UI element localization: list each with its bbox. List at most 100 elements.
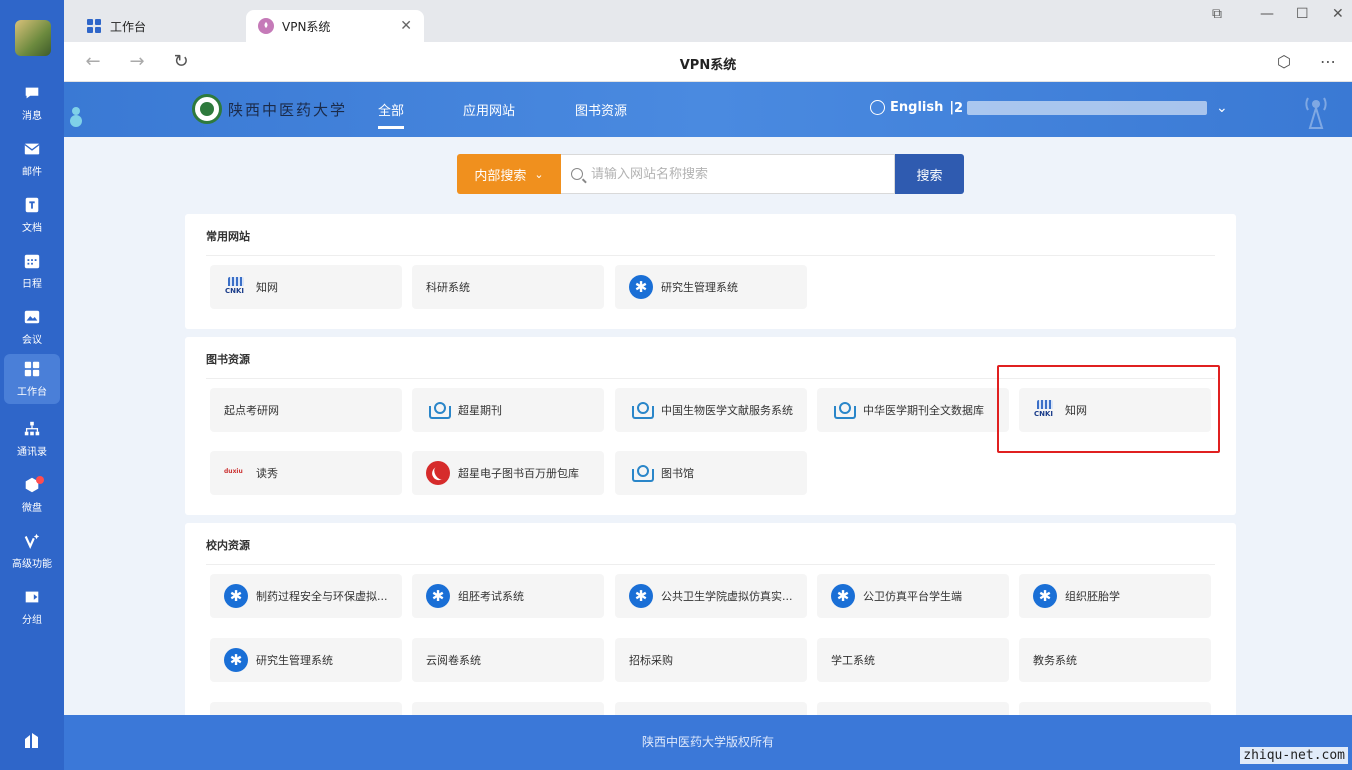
footer: 陕西中医药大学版权所有 xyxy=(64,715,1352,770)
document-icon xyxy=(22,195,42,215)
site-card[interactable]: 教务系统 xyxy=(1019,638,1211,682)
minimize-icon[interactable]: — xyxy=(1260,6,1274,22)
site-card[interactable]: 学工系统 xyxy=(817,638,1009,682)
gear-icon xyxy=(224,648,248,672)
site-card-label: 图书馆 xyxy=(661,467,694,480)
maximize-icon[interactable]: ☐ xyxy=(1296,6,1309,22)
sidebar-item-advanced[interactable]: 高级功能 xyxy=(4,526,60,576)
sidebar-item-workbench[interactable]: 工作台 xyxy=(4,354,60,404)
site-card[interactable]: 中国生物医学文献服务系统 xyxy=(615,388,807,432)
site-card-label: 教务系统 xyxy=(1033,654,1077,667)
site-card[interactable]: 组织胚胎学 xyxy=(1019,574,1211,618)
advanced-icon xyxy=(22,531,42,551)
site-card[interactable]: 制药过程安全与环保虚拟... xyxy=(210,574,402,618)
stats-icon[interactable] xyxy=(22,730,42,750)
meeting-icon xyxy=(22,307,42,327)
site-card-label: 组织胚胎学 xyxy=(1065,590,1120,603)
group-icon xyxy=(22,587,42,607)
sidebar-item-docs[interactable]: 文档 xyxy=(4,190,60,240)
sidebar-item-label: 消息 xyxy=(22,111,42,122)
site-card-label: 研究生管理系统 xyxy=(256,654,333,667)
pin-icon[interactable]: ⧉ xyxy=(1212,6,1222,22)
site-card[interactable]: 超星电子图书百万册包库 xyxy=(412,451,604,495)
divider xyxy=(206,564,1215,565)
close-icon[interactable]: ✕ xyxy=(400,18,412,34)
language-switch[interactable]: English | xyxy=(870,100,954,115)
site-card-label: 科研系统 xyxy=(426,281,470,294)
gear-icon xyxy=(224,584,248,608)
site-card[interactable] xyxy=(1019,702,1211,715)
tab-vpn[interactable]: VPN系统 ✕ xyxy=(246,10,424,42)
university-logo[interactable]: 陕西中医药大学 xyxy=(192,94,347,124)
nav-tab-apps[interactable]: 应用网站 xyxy=(463,100,515,119)
site-card[interactable]: 超星期刊 xyxy=(412,388,604,432)
calendar-icon xyxy=(22,251,42,271)
sidebar-item-meeting[interactable]: 会议 xyxy=(4,302,60,352)
site-card[interactable]: 起点考研网 xyxy=(210,388,402,432)
sidebar-item-messages[interactable]: 消息 xyxy=(4,78,60,128)
nav-tab-all[interactable]: 全部 xyxy=(378,100,405,129)
site-card[interactable]: 科研系统 xyxy=(412,265,604,309)
site-card[interactable]: 公共卫生学院虚拟仿真实... xyxy=(615,574,807,618)
search-input[interactable] xyxy=(591,166,871,182)
site-card[interactable]: 组胚考试系统 xyxy=(412,574,604,618)
browser-toolbar: ← → ↻ VPN系统 ⬡ ⋯ xyxy=(64,42,1352,82)
tab-workbench[interactable]: 工作台 xyxy=(74,10,244,42)
site-card[interactable]: duxiu 读秀 xyxy=(210,451,402,495)
workbench-icon xyxy=(22,359,42,379)
logo-text: 陕西中医药大学 xyxy=(228,100,348,119)
site-header: 陕西中医药大学 全部 应用网站 图书资源 English | 2 ⌄ xyxy=(64,82,1352,137)
sidebar-item-label: 日程 xyxy=(22,279,42,290)
site-card-label: 研究生管理系统 xyxy=(661,281,738,294)
site-card[interactable]: 研究生管理系统 xyxy=(210,638,402,682)
site-card[interactable]: 图书馆 xyxy=(615,451,807,495)
site-card[interactable]: 招标采购 xyxy=(615,638,807,682)
sidebar-item-calendar[interactable]: 日程 xyxy=(4,246,60,296)
site-card[interactable]: CNKI 知网 xyxy=(210,265,402,309)
divider xyxy=(206,255,1215,256)
search-icon xyxy=(571,168,583,180)
page-title: VPN系统 xyxy=(679,58,737,73)
nav-tab-library[interactable]: 图书资源 xyxy=(575,100,627,119)
divider xyxy=(206,378,1215,379)
site-card-label: 读秀 xyxy=(256,467,278,480)
site-card-label: 超星电子图书百万册包库 xyxy=(458,467,579,480)
site-card-label: 中华医学期刊全文数据库 xyxy=(863,404,984,417)
section-common-sites: 常用网站 CNKI 知网 科研系统 研究生管理系统 xyxy=(185,214,1236,329)
site-card[interactable]: 中华医学期刊全文数据库 xyxy=(817,388,1009,432)
settings-icon[interactable]: ⬡ xyxy=(1274,52,1294,72)
sidebar-item-group[interactable]: 分组 xyxy=(4,582,60,632)
gear-icon xyxy=(629,584,653,608)
chaoxing-icon xyxy=(426,461,450,485)
site-card[interactable]: 公卫仿真平台学生端 xyxy=(817,574,1009,618)
avatar[interactable] xyxy=(15,20,51,56)
sidebar-item-label: 工作台 xyxy=(17,387,47,398)
site-card[interactable]: 研究生管理系统 xyxy=(615,265,807,309)
close-window-icon[interactable]: ✕ xyxy=(1332,6,1344,22)
site-card-label: 知网 xyxy=(256,281,278,294)
site-card[interactable] xyxy=(412,702,604,715)
site-card-label: 中国生物医学文献服务系统 xyxy=(661,404,793,417)
site-card[interactable]: 云阅卷系统 xyxy=(412,638,604,682)
site-card-label: 招标采购 xyxy=(629,654,673,667)
site-card[interactable]: CNKI 知网 xyxy=(1019,388,1211,432)
gourd-icon xyxy=(70,107,82,127)
sidebar-item-contacts[interactable]: 通讯录 xyxy=(4,414,60,464)
sidebar-item-drive[interactable]: 微盘 xyxy=(4,470,60,520)
site-card[interactable] xyxy=(817,702,1009,715)
search-type-dropdown[interactable]: 内部搜索 ⌄ xyxy=(457,154,561,194)
user-name[interactable]: 2 xyxy=(954,98,1214,118)
search-button[interactable]: 搜索 xyxy=(895,154,964,194)
sidebar-item-label: 会议 xyxy=(22,335,42,346)
mail-icon xyxy=(22,139,42,159)
book-icon xyxy=(629,461,654,485)
site-card[interactable] xyxy=(615,702,807,715)
gear-icon xyxy=(629,275,653,299)
tab-label: 工作台 xyxy=(110,19,147,34)
site-card[interactable] xyxy=(210,702,402,715)
tab-label: VPN系统 xyxy=(282,19,331,34)
chevron-down-icon[interactable]: ⌄ xyxy=(1216,100,1228,116)
app-sidebar: 消息 邮件 文档 日程 会议 工作台 通讯录 微盘 高级功能 分组 xyxy=(0,0,64,770)
more-icon[interactable]: ⋯ xyxy=(1318,52,1338,72)
sidebar-item-mail[interactable]: 邮件 xyxy=(4,134,60,184)
